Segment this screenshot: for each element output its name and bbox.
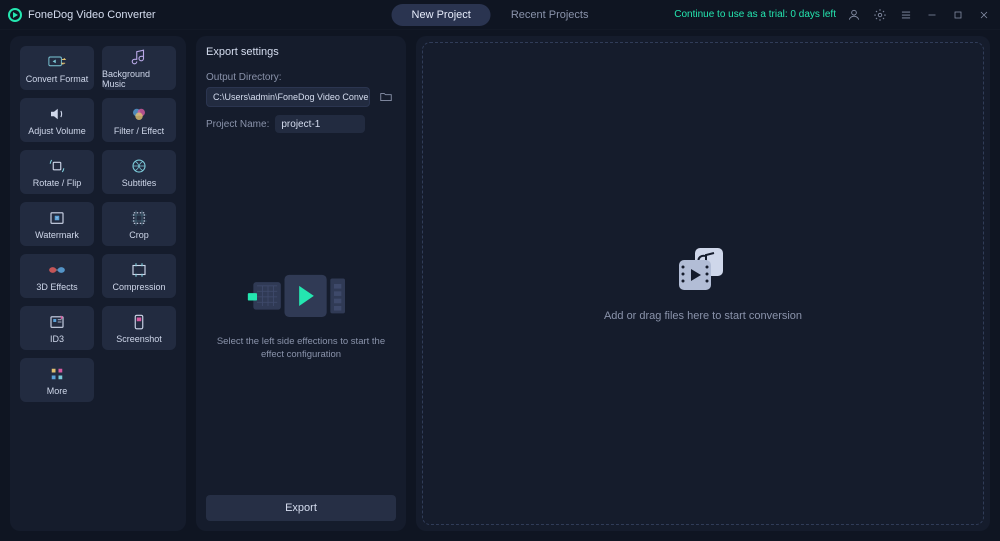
tile-more[interactable]: More <box>20 358 94 402</box>
project-name-input[interactable] <box>275 115 365 133</box>
output-dir-input[interactable]: C:\Users\admin\FoneDog Video Converter\C… <box>206 87 370 107</box>
tile-3d-effects[interactable]: 3D Effects <box>20 254 94 298</box>
export-button[interactable]: Export <box>206 495 396 521</box>
close-button[interactable] <box>976 7 992 23</box>
watermark-icon: T <box>47 209 67 227</box>
effect-hint-text: Select the left side effections to start… <box>206 335 396 362</box>
tile-label: Watermark <box>35 230 79 240</box>
tile-label: Adjust Volume <box>28 126 86 136</box>
tile-screenshot[interactable]: Screenshot <box>102 306 176 350</box>
tile-filter-effect[interactable]: Filter / Effect <box>102 98 176 142</box>
workspace: Convert Format Background Music Adjust V… <box>0 30 1000 541</box>
app-logo-icon <box>8 8 22 22</box>
tile-watermark[interactable]: T Watermark <box>20 202 94 246</box>
menu-icon[interactable] <box>898 7 914 23</box>
subtitles-icon <box>129 157 149 175</box>
drop-message: Add or drag files here to start conversi… <box>604 310 802 322</box>
tab-new-project[interactable]: New Project <box>392 4 491 26</box>
effect-placeholder-icon <box>246 267 356 323</box>
tile-label: Convert Format <box>26 74 89 84</box>
tile-convert-format[interactable]: Convert Format <box>20 46 94 90</box>
project-name-label: Project Name: <box>206 119 269 130</box>
tile-crop[interactable]: Crop <box>102 202 176 246</box>
tile-label: Compression <box>112 282 165 292</box>
main-tabs: New Project Recent Projects <box>392 4 609 26</box>
more-icon <box>47 365 67 383</box>
volume-icon <box>47 105 67 123</box>
id3-icon <box>47 313 67 331</box>
settings-icon[interactable] <box>872 7 888 23</box>
tile-label: Crop <box>129 230 149 240</box>
titlebar: FoneDog Video Converter New Project Rece… <box>0 0 1000 30</box>
crop-icon <box>129 209 149 227</box>
glasses-icon <box>47 261 67 279</box>
screenshot-icon <box>129 313 149 331</box>
convert-icon <box>47 53 67 71</box>
tile-background-music[interactable]: Background Music <box>102 46 176 90</box>
tile-grid: Convert Format Background Music Adjust V… <box>20 46 176 402</box>
tile-adjust-volume[interactable]: Adjust Volume <box>20 98 94 142</box>
browse-folder-button[interactable] <box>376 87 396 107</box>
tile-label: Filter / Effect <box>114 126 164 136</box>
tile-label: Subtitles <box>122 178 157 188</box>
minimize-button[interactable] <box>924 7 940 23</box>
tile-label: Rotate / Flip <box>33 178 82 188</box>
tile-label: Background Music <box>102 69 176 89</box>
account-icon[interactable] <box>846 7 862 23</box>
tile-label: More <box>47 386 68 396</box>
drop-zone[interactable]: Add or drag files here to start conversi… <box>416 36 990 531</box>
tile-compression[interactable]: Compression <box>102 254 176 298</box>
tools-panel: Convert Format Background Music Adjust V… <box>10 36 186 531</box>
filter-icon <box>129 105 149 123</box>
tile-rotate-flip[interactable]: Rotate / Flip <box>20 150 94 194</box>
maximize-button[interactable] <box>950 7 966 23</box>
app-title: FoneDog Video Converter <box>28 9 156 21</box>
compress-icon <box>129 261 149 279</box>
music-icon <box>129 48 149 66</box>
tile-id3[interactable]: ID3 <box>20 306 94 350</box>
tab-recent-projects[interactable]: Recent Projects <box>491 4 609 26</box>
export-heading: Export settings <box>206 46 396 58</box>
rotate-icon <box>47 157 67 175</box>
tile-subtitles[interactable]: Subtitles <box>102 150 176 194</box>
drop-file-icon <box>673 246 733 294</box>
tile-label: Screenshot <box>116 334 162 344</box>
tile-label: ID3 <box>50 334 64 344</box>
tile-label: 3D Effects <box>36 282 77 292</box>
output-dir-label: Output Directory: <box>206 72 396 83</box>
export-panel: Export settings Output Directory: C:\Use… <box>196 36 406 531</box>
trial-status-link[interactable]: Continue to use as a trial: 0 days left <box>674 9 836 20</box>
